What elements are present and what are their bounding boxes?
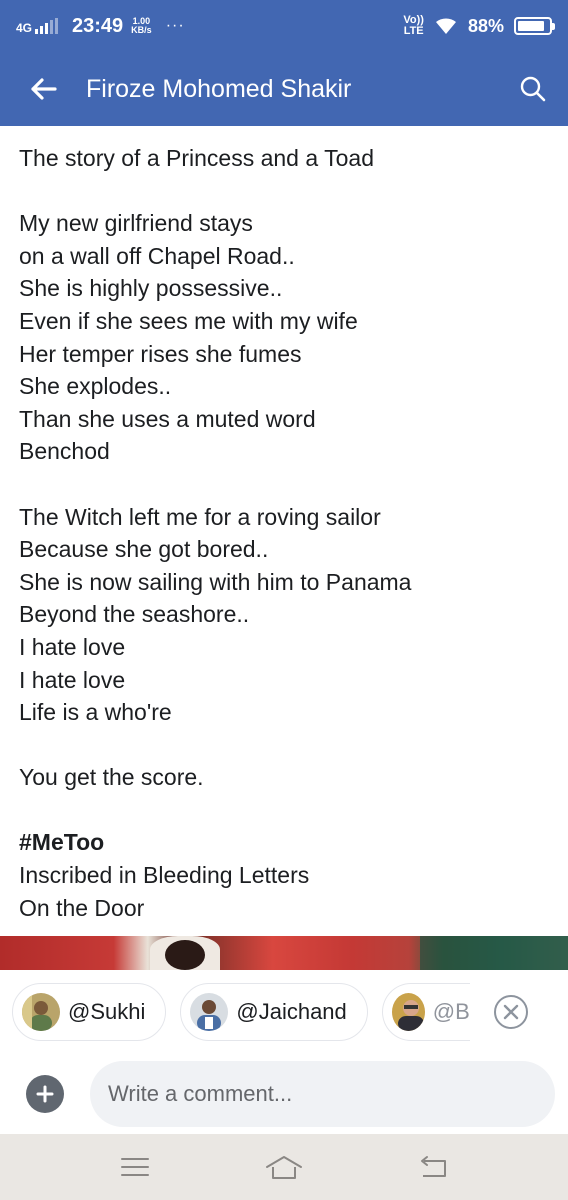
back-button[interactable] bbox=[0, 52, 86, 126]
search-button[interactable] bbox=[498, 52, 568, 126]
post-line: The Witch left me for a roving sailor bbox=[19, 503, 381, 530]
clock: 23:49 bbox=[72, 14, 124, 37]
avatar bbox=[391, 993, 425, 1031]
post-line: Life is a who're bbox=[19, 699, 172, 726]
mention-suggestions: @Sukhi @Jaichand @B bbox=[0, 970, 568, 1054]
post-line: I hate love bbox=[19, 666, 126, 693]
post-line: She explodes.. bbox=[19, 373, 172, 400]
post-line: She is now sailing with him to Panama bbox=[19, 568, 412, 595]
mention-chip-label: @B bbox=[432, 999, 470, 1024]
post-line: The story of a Princess and a Toad bbox=[19, 145, 374, 171]
arrow-left-icon bbox=[31, 78, 57, 100]
more-notifications-icon: ··· bbox=[165, 17, 185, 34]
status-left: 4G 23:49 1.00 KB/s ··· bbox=[16, 15, 185, 38]
post-line: Her temper rises she fumes bbox=[19, 340, 302, 367]
recent-apps-button[interactable] bbox=[105, 1142, 165, 1192]
post-line: My new girlfriend stays bbox=[19, 210, 253, 237]
post-line: Than she uses a muted word bbox=[19, 405, 316, 432]
app-bar: Firoze Mohomed Shakir bbox=[0, 52, 568, 126]
plus-circle-icon bbox=[26, 1075, 64, 1113]
battery-fill bbox=[518, 21, 545, 31]
volte-indicator: Vo)) LTE bbox=[403, 15, 424, 37]
comment-composer bbox=[0, 1054, 568, 1134]
photo-detail bbox=[420, 936, 568, 970]
close-icon bbox=[503, 1004, 518, 1020]
post-line: Even if she sees me with my wife bbox=[19, 307, 358, 334]
network-indicator: 4G bbox=[16, 18, 59, 35]
back-return-icon bbox=[421, 1156, 447, 1177]
page-title: Firoze Mohomed Shakir bbox=[86, 74, 352, 103]
system-nav-bar bbox=[0, 1134, 568, 1200]
mention-chip-label: @Jaichand bbox=[236, 999, 347, 1024]
post-line: Inscribed in Bleeding Letters bbox=[19, 862, 310, 889]
post-body: The story of a Princess and a Toad My new… bbox=[0, 126, 568, 936]
post-line: On the Door bbox=[19, 894, 145, 921]
post-line: Because she got bored.. bbox=[19, 536, 269, 563]
add-attachment-button[interactable] bbox=[0, 1054, 90, 1134]
wifi-icon bbox=[435, 18, 456, 34]
speed-unit: KB/s bbox=[131, 25, 152, 35]
status-right: Vo)) LTE 88% bbox=[403, 15, 555, 37]
menu-icon bbox=[120, 1158, 149, 1176]
post-line: I hate love bbox=[19, 633, 126, 660]
battery-percent: 88% bbox=[467, 15, 504, 36]
mention-chip-label: @Sukhi bbox=[68, 999, 146, 1024]
post-line: Beyond the seashore.. bbox=[19, 601, 250, 628]
signal-icon bbox=[35, 18, 59, 34]
comment-input[interactable] bbox=[90, 1061, 555, 1127]
avatar bbox=[190, 993, 229, 1031]
mention-chip-sukhi[interactable]: @Sukhi bbox=[12, 983, 167, 1041]
back-nav-button[interactable] bbox=[403, 1142, 463, 1192]
post-hashtag[interactable]: #MeToo bbox=[19, 826, 549, 859]
mention-chip-partial[interactable]: @B bbox=[381, 983, 470, 1041]
status-bar: 4G 23:49 1.00 KB/s ··· Vo)) LTE 88% bbox=[0, 0, 568, 52]
battery-icon bbox=[514, 17, 555, 35]
post-photo[interactable] bbox=[0, 936, 568, 970]
home-icon bbox=[265, 1156, 302, 1179]
post-line: on a wall off Chapel Road.. bbox=[19, 242, 295, 269]
search-icon bbox=[520, 76, 546, 102]
post-line: She is highly possessive.. bbox=[19, 275, 283, 302]
post-line: You get the score. bbox=[19, 764, 204, 791]
mention-chip-jaichand[interactable]: @Jaichand bbox=[180, 983, 368, 1041]
photo-detail bbox=[165, 940, 205, 970]
close-suggestions-button[interactable] bbox=[493, 995, 528, 1029]
post-line: Benchod bbox=[19, 438, 110, 465]
volte-bottom: LTE bbox=[403, 25, 424, 37]
home-button[interactable] bbox=[254, 1142, 314, 1192]
network-speed: 1.00 KB/s bbox=[131, 17, 152, 35]
avatar bbox=[22, 993, 60, 1031]
network-type: 4G bbox=[16, 21, 33, 35]
